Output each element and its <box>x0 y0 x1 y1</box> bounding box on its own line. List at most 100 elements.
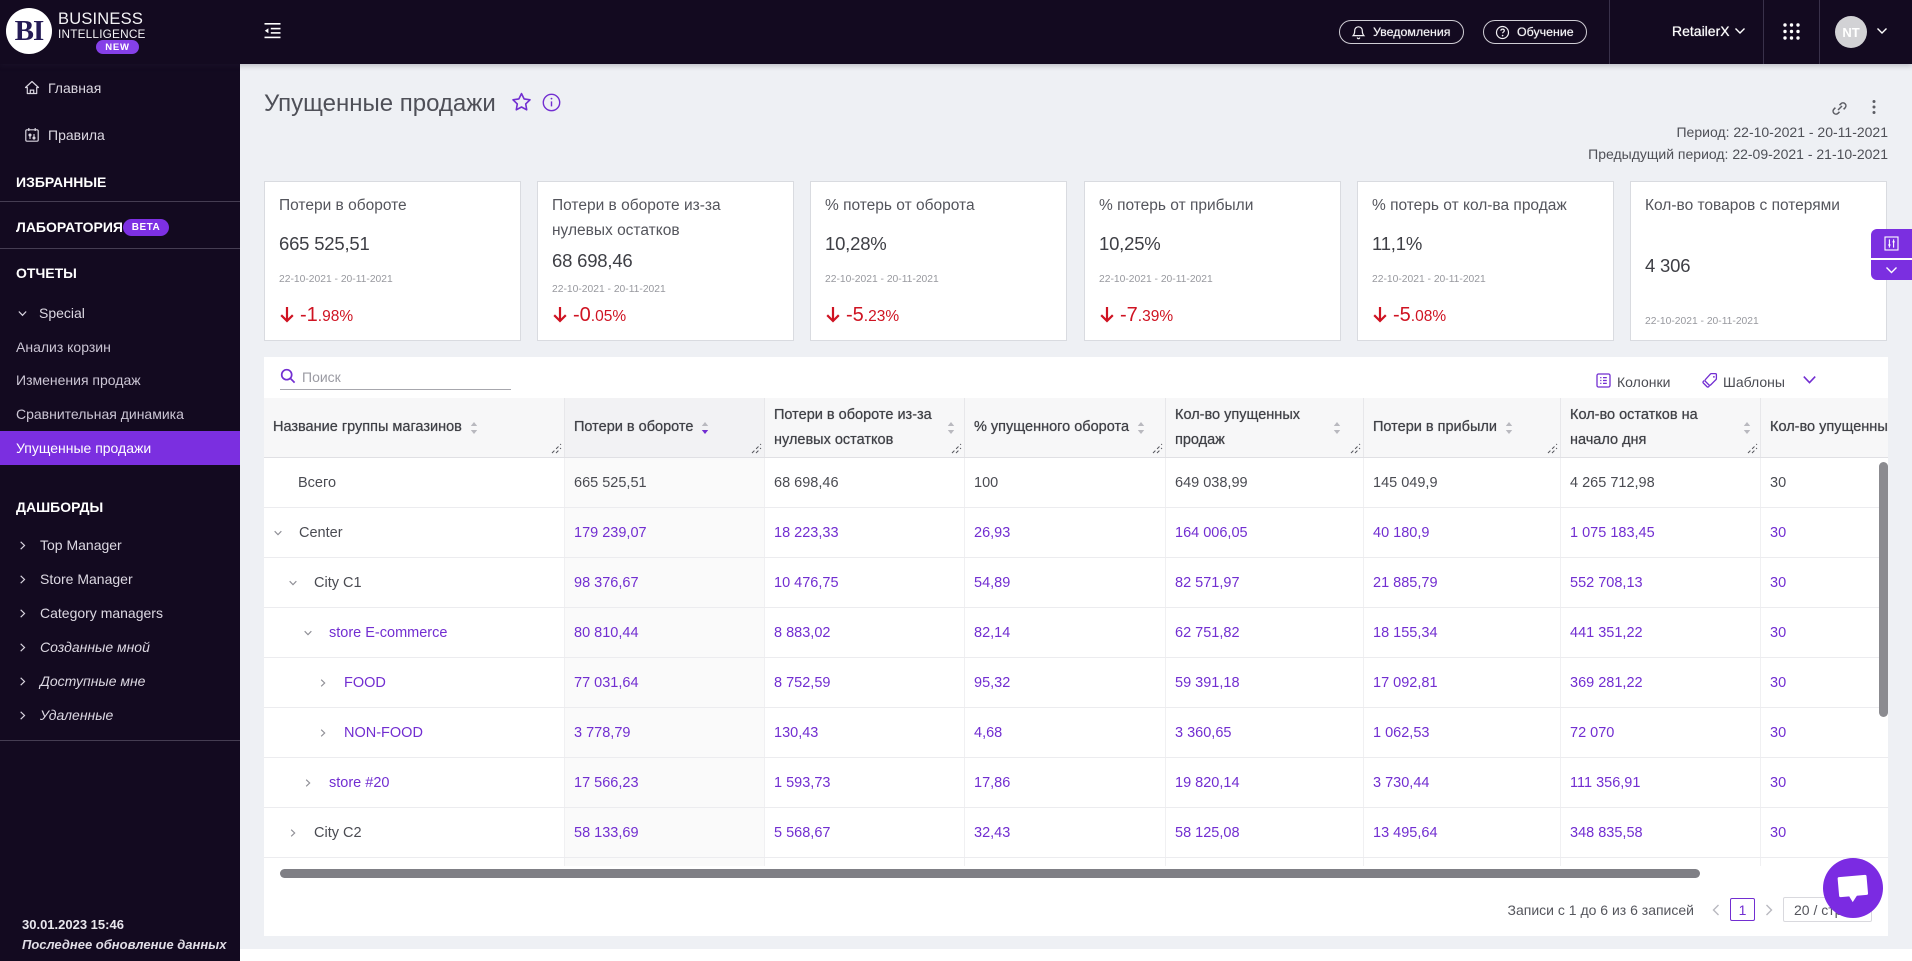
row-expand-icon[interactable] <box>288 828 298 838</box>
sort-icon[interactable] <box>1743 421 1751 435</box>
row-expand-icon[interactable] <box>303 778 313 788</box>
header-label: Потери в обороте из-за нулевых остатков <box>774 406 932 448</box>
row-expand-icon[interactable] <box>318 728 328 738</box>
sidebar-group-special[interactable]: Special <box>39 303 85 323</box>
sidebar-item-available-to-me[interactable]: Доступные мне <box>40 671 145 691</box>
group-name-cell: FOOD <box>264 658 565 707</box>
page-number[interactable]: 1 <box>1730 898 1755 921</box>
sidebar-item-store-manager[interactable]: Store Manager <box>40 569 133 589</box>
cell-pct-lost-turnover: 100 <box>965 458 1166 507</box>
chevron-down-icon <box>1877 28 1887 34</box>
column-resize-handle[interactable] <box>951 443 962 454</box>
workspace-selector[interactable]: RetailerX <box>1672 23 1730 39</box>
table-row[interactable]: City C2 58 133,69 5 568,67 32,43 58 125,… <box>264 808 1888 858</box>
sliders-icon <box>1884 236 1899 251</box>
kpi-card-pct-loss-turnover: % потерь от оборота 10,28% 22-10-2021 - … <box>810 181 1067 341</box>
header-pct-lost-turnover[interactable]: % упущенного оборота <box>965 398 1166 457</box>
notifications-button[interactable]: Уведомления <box>1339 20 1464 44</box>
templates-button[interactable]: Шаблоны <box>1723 374 1785 390</box>
sort-icon[interactable] <box>1505 421 1513 435</box>
column-resize-handle[interactable] <box>751 443 762 454</box>
cell-lost-count: 30 <box>1770 474 1787 491</box>
column-resize-handle[interactable] <box>551 443 562 454</box>
sidebar-item-top-manager[interactable]: Top Manager <box>40 535 122 555</box>
chevron-right-icon[interactable] <box>17 608 27 618</box>
chevron-right-icon[interactable] <box>17 540 27 550</box>
group-name: City C2 <box>314 824 362 841</box>
horizontal-scrollbar[interactable] <box>280 869 1700 878</box>
sort-icon[interactable] <box>947 421 955 435</box>
chevron-down-icon <box>274 530 282 536</box>
table-collapse-chevron-icon[interactable] <box>1802 375 1817 385</box>
notifications-label: Уведомления <box>1373 25 1451 39</box>
beta-badge: BETA <box>123 219 169 236</box>
sidebar-section-favorites: ИЗБРАННЫЕ <box>16 174 107 190</box>
sidebar-item-comparative-dynamics[interactable]: Сравнительная динамика <box>16 404 184 424</box>
info-icon[interactable] <box>542 93 561 112</box>
apps-grid-icon[interactable] <box>1782 22 1801 41</box>
page-title: Упущенные продажи <box>264 90 496 117</box>
header-lost-sales-count[interactable]: Кол-во упущенных продаж <box>1166 398 1364 457</box>
more-options-icon[interactable] <box>1866 99 1882 115</box>
sidebar-item-category-managers[interactable]: Category managers <box>40 603 163 623</box>
sidebar-item-deleted[interactable]: Удаленные <box>40 705 113 725</box>
sidebar-item-basket-analysis[interactable]: Анализ корзин <box>16 337 111 357</box>
table-row[interactable]: NON-FOOD 3 778,79 130,43 4,68 3 360,65 1… <box>264 708 1888 758</box>
group-expand-icon[interactable] <box>17 308 27 318</box>
user-menu-chevron-icon[interactable] <box>1876 27 1888 35</box>
logo[interactable]: BI <box>6 8 52 54</box>
table-row[interactable]: store #20 17 566,23 1 593,73 17,86 19 82… <box>264 758 1888 808</box>
collapse-panel-button[interactable] <box>1871 260 1912 280</box>
header-loss-turnover[interactable]: Потери в обороте <box>565 398 765 457</box>
column-resize-handle[interactable] <box>1747 443 1758 454</box>
sidebar-item-sales-changes[interactable]: Изменения продаж <box>16 370 141 390</box>
favorite-star-icon[interactable] <box>511 92 532 112</box>
cell-pct-lost-turnover: 17,86 <box>965 758 1166 807</box>
chevron-right-icon[interactable] <box>17 676 27 686</box>
column-resize-handle[interactable] <box>1547 443 1558 454</box>
table-row[interactable]: store E-commerce 80 810,44 8 883,02 82,1… <box>264 608 1888 658</box>
header-group-name[interactable]: Название группы магазинов <box>264 398 565 457</box>
row-expand-icon[interactable] <box>288 578 298 588</box>
workspace-chevron-icon[interactable] <box>1734 27 1746 35</box>
column-resize-handle[interactable] <box>1350 443 1361 454</box>
column-resize-handle[interactable] <box>1152 443 1163 454</box>
sidebar-item-rules[interactable]: Правила <box>48 125 105 145</box>
sort-icon[interactable] <box>470 421 478 435</box>
header-loss-profit[interactable]: Потери в прибыли <box>1364 398 1561 457</box>
header-stock-start-day[interactable]: Кол-во остатков на начало дня <box>1561 398 1761 457</box>
training-button[interactable]: Обучение <box>1483 20 1587 44</box>
avatar[interactable]: NT <box>1835 16 1867 48</box>
sort-icon[interactable] <box>1333 421 1341 435</box>
search-input[interactable]: Поиск <box>302 369 341 385</box>
next-page-icon[interactable] <box>1765 904 1773 916</box>
chevron-right-icon[interactable] <box>17 574 27 584</box>
chevron-right-icon[interactable] <box>17 710 27 720</box>
prev-page-icon[interactable] <box>1712 904 1720 916</box>
filters-button[interactable] <box>1871 229 1912 260</box>
table-row[interactable]: Всего 665 525,51 68 698,46 100 649 038,9… <box>264 458 1888 508</box>
sort-icon-active-desc[interactable] <box>701 421 709 435</box>
chevron-right-icon[interactable] <box>17 642 27 652</box>
columns-button[interactable]: Колонки <box>1617 374 1670 390</box>
row-expand-icon[interactable] <box>273 528 283 538</box>
sort-carets-icon <box>470 421 478 434</box>
sidebar-item-lost-sales-active[interactable]: Упущенные продажи <box>0 431 240 465</box>
sidebar-item-home[interactable]: Главная <box>48 78 101 98</box>
sidebar-collapse-icon[interactable] <box>264 22 282 40</box>
vertical-scrollbar[interactable] <box>1879 462 1888 717</box>
header-lost-count[interactable]: Кол-во упущенных <box>1761 398 1888 457</box>
kpi-delta: -1.98% <box>279 304 353 327</box>
share-link-icon[interactable] <box>1831 100 1848 117</box>
sidebar-item-created-by-me[interactable]: Созданные мной <box>40 637 150 657</box>
row-expand-icon[interactable] <box>318 678 328 688</box>
chat-button[interactable] <box>1823 858 1883 918</box>
sort-icon[interactable] <box>1137 421 1145 435</box>
row-expand-icon[interactable] <box>303 628 313 638</box>
cell-loss-zero-stock: 5 568,67 <box>765 808 965 857</box>
cell-loss-turnover: 80 810,44 <box>565 608 765 657</box>
header-loss-zero-stock[interactable]: Потери в обороте из-за нулевых остатков <box>765 398 965 457</box>
table-row[interactable]: City C1 98 376,67 10 476,75 54,89 82 571… <box>264 558 1888 608</box>
table-row[interactable]: Center 179 239,07 18 223,33 26,93 164 00… <box>264 508 1888 558</box>
table-row[interactable]: FOOD 77 031,64 8 752,59 95,32 59 391,18 … <box>264 658 1888 708</box>
